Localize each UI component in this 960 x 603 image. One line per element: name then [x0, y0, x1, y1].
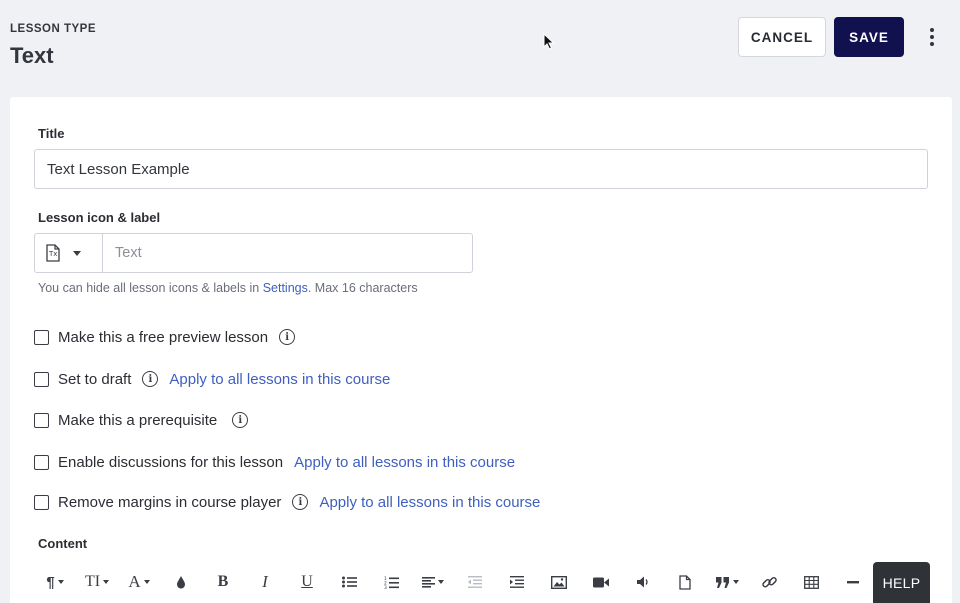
discussions-checkbox[interactable] [34, 454, 49, 470]
info-icon[interactable]: i [292, 494, 309, 510]
apply-all-discussions-link[interactable]: Apply to all lessons in this course [294, 454, 515, 471]
info-icon[interactable]: i [279, 329, 296, 345]
option-free-preview: Make this a free preview lesson i [34, 327, 296, 347]
quote-icon[interactable] [706, 564, 748, 600]
text-size-glyph: TI [84, 573, 101, 590]
lesson-label-input[interactable]: Text [103, 234, 472, 272]
text-document-icon: Tx [46, 244, 60, 262]
save-button[interactable]: SAVE [834, 17, 904, 57]
text-size-icon[interactable]: TI [76, 564, 118, 600]
option-set-to-draft: Set to draft i Apply to all lessons in t… [34, 369, 390, 389]
numbered-list-icon[interactable]: 123 [370, 564, 412, 600]
bullet-list-icon[interactable] [328, 564, 370, 600]
bold-icon[interactable]: B [202, 564, 244, 600]
paragraph-glyph: ¶ [46, 573, 55, 591]
horizontal-rule-icon[interactable] [832, 564, 874, 600]
hint-text: You can hide all lesson icons & labels i… [38, 281, 263, 295]
discussions-label: Enable discussions for this lesson [58, 453, 284, 471]
audio-icon[interactable] [622, 564, 664, 600]
underline-glyph: U [301, 573, 313, 590]
indent-icon[interactable] [496, 564, 538, 600]
lesson-icon-group: Tx Text [34, 233, 473, 273]
align-icon[interactable] [412, 564, 454, 600]
settings-link[interactable]: Settings [263, 281, 308, 295]
top-bar: LESSON TYPE Text CANCEL SAVE [0, 0, 960, 96]
italic-icon[interactable]: I [244, 564, 286, 600]
apply-all-margins-link[interactable]: Apply to all lessons in this course [319, 494, 540, 511]
option-remove-margins: Remove margins in course player i Apply … [34, 492, 540, 512]
italic-glyph: I [262, 572, 268, 591]
draft-checkbox[interactable] [34, 371, 49, 387]
svg-text:3: 3 [384, 585, 387, 589]
mouse-cursor-icon [543, 33, 555, 50]
title-input[interactable]: Text Lesson Example [34, 149, 928, 189]
editor-toolbar: ¶ TI A B I U 123 [34, 560, 928, 603]
underline-icon[interactable]: U [286, 564, 328, 600]
droplet-icon [177, 576, 185, 589]
hint-suffix: . Max 16 characters [307, 281, 418, 295]
paragraph-format-icon[interactable]: ¶ [34, 564, 76, 600]
font-family-icon[interactable]: A [118, 564, 160, 600]
free-preview-label: Make this a free preview lesson [58, 328, 269, 346]
free-preview-checkbox[interactable] [34, 329, 49, 345]
table-icon[interactable] [790, 564, 832, 600]
cancel-button[interactable]: CANCEL [738, 17, 826, 57]
lesson-type-label: LESSON TYPE [10, 23, 97, 35]
text-color-icon[interactable] [160, 564, 202, 600]
more-options-icon[interactable] [920, 22, 944, 52]
apply-all-draft-link[interactable]: Apply to all lessons in this course [169, 371, 390, 388]
file-icon[interactable] [664, 564, 706, 600]
title-label: Title [38, 126, 65, 141]
video-icon[interactable] [580, 564, 622, 600]
info-icon[interactable]: i [232, 412, 249, 428]
font-glyph: A [128, 572, 141, 591]
link-icon[interactable] [748, 564, 790, 600]
lesson-type-value: Text [10, 43, 54, 68]
icon-picker-dropdown[interactable]: Tx [35, 234, 103, 272]
draft-label: Set to draft [58, 370, 132, 388]
remove-margins-checkbox[interactable] [34, 494, 49, 510]
option-prerequisite: Make this a prerequisite i [34, 410, 249, 430]
image-icon[interactable] [538, 564, 580, 600]
prerequisite-checkbox[interactable] [34, 412, 49, 428]
remove-margins-label: Remove margins in course player [58, 493, 282, 511]
option-discussions: Enable discussions for this lesson Apply… [34, 452, 515, 472]
bold-glyph: B [217, 573, 229, 590]
lesson-form-card: Title Text Lesson Example Lesson icon & … [10, 97, 952, 603]
info-icon[interactable]: i [142, 371, 159, 387]
chevron-down-icon [73, 250, 81, 256]
content-label: Content [38, 536, 88, 551]
icon-label-hint: You can hide all lesson icons & labels i… [38, 281, 418, 295]
help-button[interactable]: HELP [873, 562, 930, 603]
svg-text:Tx: Tx [48, 250, 57, 258]
prerequisite-label: Make this a prerequisite [58, 411, 218, 429]
lesson-icon-label: Lesson icon & label [38, 210, 161, 225]
outdent-icon[interactable] [454, 564, 496, 600]
